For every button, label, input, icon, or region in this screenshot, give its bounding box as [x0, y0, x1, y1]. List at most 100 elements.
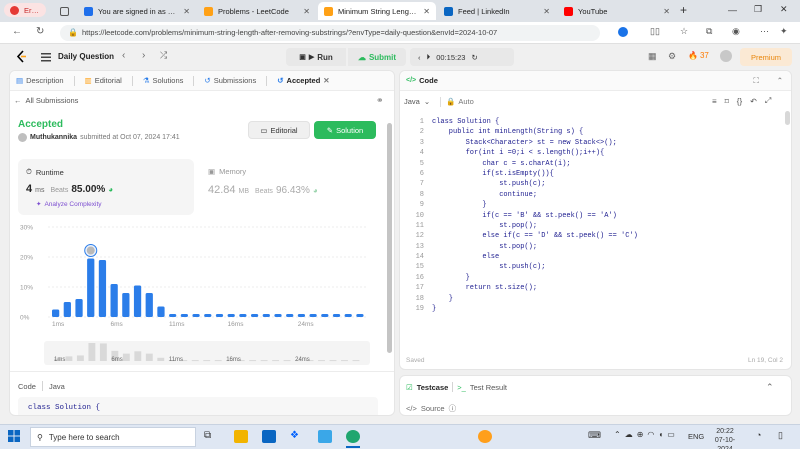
split-screen-icon[interactable]: ▯▯ — [650, 26, 660, 37]
keyboard-icon[interactable]: ⌨ — [588, 430, 601, 441]
task-view-icon[interactable]: ⧉ — [204, 430, 218, 443]
notification-icon[interactable]: ◔ — [756, 430, 761, 440]
restore-icon[interactable]: ❐ — [754, 4, 762, 15]
tab-actions-button[interactable] — [54, 2, 72, 20]
next-problem-icon[interactable]: › — [142, 50, 145, 61]
analyze-complexity-link[interactable]: ✦ Analyze Complexity — [36, 200, 102, 209]
solution-button[interactable]: ✎ Solution — [314, 121, 376, 139]
url-field[interactable]: 🔒 https://leetcode.com/problems/minimum-… — [60, 25, 600, 41]
tab-test-result[interactable]: Test Result — [470, 383, 507, 392]
daily-question-label[interactable]: Daily Question — [58, 52, 114, 61]
favorites-icon[interactable]: ☆ — [680, 26, 688, 37]
minimize-icon[interactable]: — — [728, 5, 737, 15]
wifi-icon[interactable]: ◠ — [647, 430, 654, 439]
all-submissions-link[interactable]: ← All Submissions — [14, 96, 78, 105]
avatar[interactable] — [720, 50, 732, 62]
profile-icon[interactable]: ◉ — [732, 26, 740, 37]
line-number: 2 — [419, 128, 424, 137]
tab-minimum-string[interactable]: Minimum String Length Aft ✕ — [318, 2, 436, 20]
problem-list-icon[interactable] — [40, 51, 52, 63]
show-desktop-icon[interactable]: ▯ — [778, 430, 783, 441]
auto-mode-toggle[interactable]: 🔒 Auto — [446, 97, 474, 106]
memory-card[interactable]: ▣ Memory 42.84 MB Beats 96.43% ◕ — [208, 167, 318, 196]
editor-scrollbar[interactable] — [785, 111, 790, 125]
tab-description[interactable]: ▤ Description — [16, 76, 64, 85]
weather-icon[interactable] — [478, 430, 492, 443]
reset-icon[interactable]: ↶ — [750, 97, 757, 106]
language-select[interactable]: Java ⌄ — [404, 97, 430, 106]
tab-signed-in[interactable]: You are signed in as 18796 ✕ — [78, 2, 196, 20]
network-icon[interactable]: ⊕ — [637, 430, 644, 439]
username[interactable]: Muthukannika — [30, 134, 77, 141]
format-icon[interactable]: ≡ — [712, 97, 717, 106]
close-tab-icon[interactable]: ✕ — [663, 7, 670, 16]
taskbar-search[interactable]: ⚲ Type here to search — [30, 427, 196, 447]
tab-submissions[interactable]: ↺ Submissions — [204, 76, 256, 85]
close-tab-icon[interactable]: ✕ — [543, 7, 550, 16]
code-editor[interactable]: class Solution { public int minLength(St… — [432, 117, 638, 314]
code-tab[interactable]: </> Code — [406, 76, 438, 85]
extension-icon[interactable] — [618, 27, 628, 37]
shuffle-icon[interactable]: ⤮ — [160, 50, 167, 61]
submit-button[interactable]: ☁ Submit — [348, 48, 406, 66]
collections-icon[interactable]: ⧉ — [706, 26, 712, 37]
help-icon[interactable]: ⓘ — [449, 403, 457, 414]
timer-reset-icon[interactable]: ↻ — [471, 53, 477, 62]
more-menu-icon[interactable]: ⋯ — [760, 26, 769, 37]
tab-editorial[interactable]: ▥ Editorial — [85, 76, 122, 85]
fullscreen-icon[interactable]: ⤢ — [765, 96, 771, 106]
close-tab-icon[interactable]: ✕ — [323, 76, 329, 85]
refresh-icon[interactable]: ↻ — [36, 26, 44, 37]
expand-up-icon[interactable]: ⌃ — [766, 382, 774, 393]
cloud-icon[interactable]: ☁ — [625, 430, 633, 439]
clock[interactable]: 20:22 07-10-2024 — [708, 427, 742, 449]
tab-accepted[interactable]: ↺ Accepted ✕ — [277, 76, 329, 85]
copilot-icon[interactable]: ✦ — [780, 26, 788, 37]
settings-icon[interactable]: ⚙ — [668, 51, 676, 62]
runtime-distribution-chart: 30% 20% 10% 0% 1ms 6ms 11ms 16ms 24ms — [20, 225, 368, 328]
brackets-icon[interactable]: {} — [737, 97, 742, 106]
edge-browser-icon[interactable] — [346, 430, 360, 443]
tab-solutions[interactable]: ⚗ Solutions — [143, 76, 184, 85]
windows-start-icon[interactable] — [8, 430, 20, 442]
close-tab-icon[interactable]: ✕ — [423, 7, 430, 16]
run-button[interactable]: ▣ ▶ Run — [286, 48, 346, 66]
maximize-icon[interactable]: ⛶ — [753, 76, 758, 86]
link-icon[interactable]: ⚭ — [376, 95, 384, 106]
new-tab-button[interactable]: + — [680, 3, 687, 17]
volume-icon[interactable]: ◖ — [658, 430, 663, 439]
mail-icon[interactable] — [262, 430, 276, 443]
left-scrollbar[interactable] — [387, 123, 392, 353]
collapse-icon[interactable]: ⌃ — [777, 76, 783, 85]
timer-widget[interactable]: ‹ ⏵ 00:15:23 ↻ — [410, 48, 514, 66]
tab-youtube[interactable]: YouTube ✕ — [558, 2, 676, 20]
dropbox-icon[interactable]: ❖ — [290, 430, 304, 443]
battery-icon[interactable]: ▭ — [667, 430, 675, 439]
runtime-overview-slider[interactable]: 1ms 6ms 11ms 16ms 24ms — [44, 341, 370, 365]
tab-problems[interactable]: Problems - LeetCode ✕ — [198, 2, 316, 20]
browser-tab-strip: Error You are signed in as 18796 ✕ Proble… — [0, 0, 800, 22]
chevron-up-icon[interactable]: ⌃ — [614, 430, 621, 439]
runtime-card[interactable]: ⏱ Runtime 4 ms Beats 85.00% ◕ ✦ Analyze Co… — [18, 159, 194, 215]
tab-linkedin[interactable]: Feed | LinkedIn ✕ — [438, 2, 556, 20]
close-tab-icon[interactable]: ✕ — [303, 7, 310, 16]
editorial-button[interactable]: ▭ Editorial — [248, 121, 310, 139]
language-indicator[interactable]: ENG — [688, 432, 704, 441]
tab-testcase[interactable]: Testcase — [417, 383, 449, 392]
timer-collapse-icon[interactable]: ‹ — [418, 53, 421, 62]
leetcode-logo-icon[interactable] — [16, 50, 28, 63]
app-icon[interactable] — [318, 430, 332, 443]
streak-badge[interactable]: 🔥 37 — [688, 51, 709, 60]
premium-button[interactable]: Premium — [740, 48, 792, 66]
source-toggle[interactable]: </> Source ⓘ — [406, 403, 456, 414]
layout-icon[interactable]: ▦ — [648, 51, 657, 62]
close-window-icon[interactable]: ✕ — [780, 4, 788, 15]
timer-play-icon[interactable]: ⏵ — [427, 52, 431, 62]
close-tab-icon[interactable]: ✕ — [183, 7, 190, 16]
prev-problem-icon[interactable]: ‹ — [122, 50, 125, 61]
file-explorer-icon[interactable] — [234, 430, 248, 443]
back-icon[interactable]: ← — [12, 26, 22, 37]
error-profile-badge[interactable]: Error — [4, 3, 46, 17]
bookmark-icon[interactable]: ⌑ — [725, 97, 729, 106]
code-line: if(st.isEmpty()){ — [432, 169, 554, 178]
